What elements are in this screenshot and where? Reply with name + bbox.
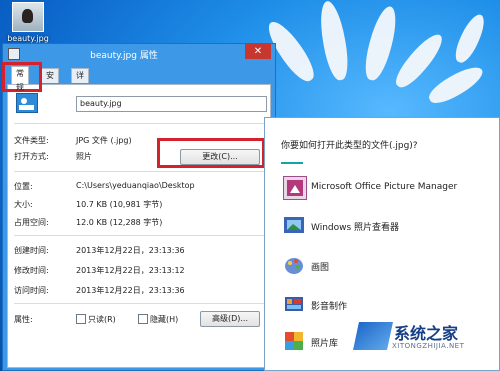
- filename-field[interactable]: beauty.jpg: [76, 96, 267, 112]
- image-thumbnail-icon: [12, 2, 44, 32]
- disk-size-label: 占用空间:: [14, 218, 49, 227]
- divider: [14, 303, 264, 304]
- location-label: 位置:: [14, 182, 33, 191]
- divider: [14, 123, 264, 124]
- properties-dialog: beauty.jpg 属性 ✕ 常规 安全 详细信息 beauty.jpg 文件…: [2, 43, 276, 371]
- app-name: 照片库: [311, 339, 339, 349]
- modified-value: 2013年12月22日，23:13:12: [76, 266, 185, 275]
- photo-viewer-icon: [283, 214, 305, 236]
- flower-petal: [360, 3, 402, 83]
- flower-petal: [450, 11, 490, 66]
- app-item-movie-maker[interactable]: 影音制作: [279, 293, 489, 319]
- app-item-picture-manager[interactable]: Microsoft Office Picture Manager: [279, 176, 489, 202]
- desktop-file-beauty[interactable]: beauty.jpg: [4, 2, 52, 43]
- photo-gallery-icon: [283, 330, 305, 352]
- photo-file-icon: [16, 93, 38, 113]
- modified-label: 修改时间:: [14, 266, 49, 275]
- general-panel: beauty.jpg 文件类型: JPG 文件 (.jpg) 打开方式: 照片 …: [7, 84, 271, 368]
- open-with-value: 照片: [76, 152, 92, 161]
- readonly-label: 只读(R): [88, 315, 116, 324]
- disk-size-value: 12.0 KB (12,288 字节): [76, 218, 163, 227]
- created-label: 创建时间:: [14, 246, 49, 255]
- attributes-label: 属性:: [14, 315, 33, 324]
- created-value: 2013年12月22日，23:13:36: [76, 246, 185, 255]
- file-type-label: 文件类型:: [14, 136, 49, 145]
- accessed-label: 访问时间:: [14, 286, 49, 295]
- flower-petal: [316, 0, 352, 82]
- app-name: Microsoft Office Picture Manager: [311, 182, 458, 192]
- tab-general[interactable]: 常规: [11, 66, 29, 92]
- readonly-checkbox[interactable]: [76, 314, 86, 324]
- hidden-checkbox[interactable]: [138, 314, 148, 324]
- tab-details[interactable]: 详细信息: [71, 68, 89, 122]
- app-name: 画图: [311, 263, 330, 273]
- size-label: 大小:: [14, 200, 33, 209]
- accessed-value: 2013年12月22日，23:13:36: [76, 286, 185, 295]
- close-button[interactable]: ✕: [245, 44, 271, 59]
- flyout-accent-line: [281, 162, 303, 164]
- app-name: 影音制作: [311, 302, 348, 312]
- desktop-file-label: beauty.jpg: [7, 34, 49, 43]
- flower-petal: [425, 61, 487, 109]
- open-with-label: 打开方式:: [14, 152, 49, 161]
- watermark-logo-icon: [353, 322, 393, 350]
- file-type-value: JPG 文件 (.jpg): [76, 136, 132, 145]
- advanced-button[interactable]: 高级(D)...: [200, 311, 260, 327]
- picture-manager-icon: [283, 176, 307, 200]
- location-value: C:\Users\yeduanqiao\Desktop: [76, 181, 195, 190]
- divider: [14, 171, 264, 172]
- paint-icon: [283, 254, 305, 276]
- flyout-title: 你要如何打开此类型的文件(.jpg)?: [281, 141, 418, 151]
- watermark-url: XITONGZHIJIA.NET: [392, 342, 465, 350]
- dialog-title: beauty.jpg 属性: [90, 51, 158, 61]
- app-name: Windows 照片查看器: [311, 223, 400, 233]
- highlight-box-change: [157, 138, 265, 168]
- title-bar[interactable]: beauty.jpg 属性 ✕: [3, 44, 275, 64]
- hidden-label: 隐藏(H): [150, 315, 179, 324]
- size-value: 10.7 KB (10,981 字节): [76, 200, 163, 209]
- movie-maker-icon: [283, 293, 305, 315]
- app-item-photo-viewer[interactable]: Windows 照片查看器: [279, 214, 489, 240]
- tab-security[interactable]: 安全: [41, 68, 59, 94]
- app-item-paint[interactable]: 画图: [279, 254, 489, 280]
- site-watermark: 系统之家 XITONGZHIJIA.NET: [353, 318, 496, 368]
- watermark-text: 系统之家: [394, 324, 459, 343]
- divider: [14, 235, 264, 236]
